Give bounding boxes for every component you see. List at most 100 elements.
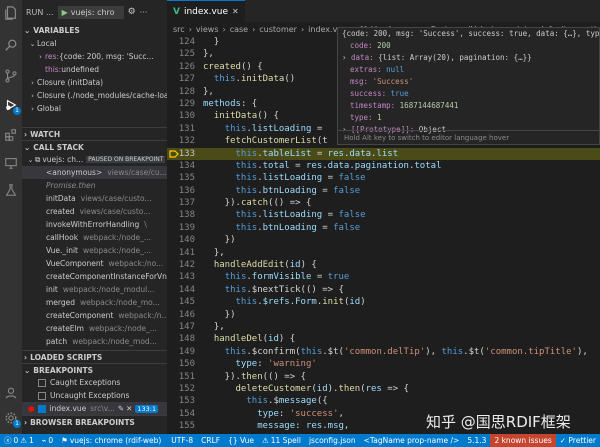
code-line[interactable]: 150 type: 'warning' bbox=[167, 358, 600, 370]
hover-property[interactable]: success: true bbox=[338, 88, 599, 100]
call-stack-frame[interactable]: initData views/case/custo... bbox=[22, 192, 167, 205]
browser-breakpoints-section-header[interactable]: › BROWSER BREAKPOINTS bbox=[22, 415, 167, 428]
extensions-icon[interactable] bbox=[3, 127, 19, 143]
vue-file-icon: V bbox=[173, 6, 180, 17]
checkbox[interactable] bbox=[38, 391, 46, 400]
code-line[interactable]: 145 this.$refs.Form.init(id) bbox=[167, 296, 600, 308]
status-spell[interactable]: ⚠ 11 Spell bbox=[258, 436, 305, 445]
remove-breakpoint-icon[interactable]: ✕ bbox=[126, 404, 132, 413]
scope-closure-initdata[interactable]: › Closure (initData) bbox=[22, 76, 167, 89]
status-eol[interactable]: CRLF bbox=[197, 436, 224, 445]
code-text: }, bbox=[203, 321, 225, 332]
source-control-icon[interactable] bbox=[3, 68, 19, 84]
call-stack-frame[interactable]: callHook webpack:/node_... bbox=[22, 231, 167, 244]
debug-hover-widget[interactable]: {code: 200, msg: 'Success', success: tru… bbox=[337, 27, 600, 145]
code-line[interactable]: 143 this.formVisible = true bbox=[167, 271, 600, 283]
call-stack-thread[interactable]: ⌄ ⧉ vuejs: ch... PAUSED ON BREAKPOINT bbox=[22, 153, 167, 166]
code-line[interactable]: 148 handleDel(id) { bbox=[167, 333, 600, 345]
code-line-current[interactable]: 133 this.tableList = res.data.list bbox=[167, 147, 600, 160]
call-stack-frame[interactable]: createComponent webpack:/n... bbox=[22, 309, 167, 322]
code-line[interactable]: 137 }).catch(() => { bbox=[167, 197, 600, 209]
code-line[interactable]: 147 }, bbox=[167, 321, 600, 333]
call-stack-frame[interactable]: createElm webpack:/node_... bbox=[22, 322, 167, 335]
more-actions-icon[interactable]: ··· bbox=[140, 8, 148, 17]
breadcrumb-item[interactable]: src bbox=[173, 25, 185, 34]
code-line[interactable]: 136 this.btnLoading = false bbox=[167, 185, 600, 197]
call-stack-frame[interactable]: merged webpack:/node_mo... bbox=[22, 296, 167, 309]
run-debug-icon[interactable]: 1 bbox=[3, 97, 21, 115]
scope-local[interactable]: ⌄ Local bbox=[22, 37, 167, 50]
code-line[interactable]: 152 deleteCustomer(id).then(res => { bbox=[167, 383, 600, 395]
checkbox[interactable] bbox=[38, 378, 46, 387]
search-icon[interactable] bbox=[3, 37, 19, 53]
manage-gear-icon[interactable]: 1 bbox=[3, 410, 21, 428]
code-line[interactable]: 149 this.$confirm(this.$t('common.delTip… bbox=[167, 346, 600, 358]
explorer-icon[interactable] bbox=[3, 5, 19, 21]
status-known-issues[interactable]: 2 known issues bbox=[490, 434, 556, 447]
status-tsconfig[interactable]: jsconfig.json bbox=[305, 436, 360, 445]
hover-property[interactable]: › data: {list: Array(20), pagination: {…… bbox=[338, 52, 599, 64]
status-problems[interactable]: ⓧ 0 ⚠ 1 bbox=[0, 435, 38, 446]
code-line[interactable]: 138 this.listLoading = false bbox=[167, 209, 600, 221]
status-encoding[interactable]: UTF-8 bbox=[167, 436, 197, 445]
code-line[interactable]: 141 }, bbox=[167, 247, 600, 259]
debug-settings-gear-icon[interactable]: ⚙ bbox=[128, 7, 136, 17]
breadcrumb-item[interactable]: customer bbox=[259, 25, 297, 34]
code-line[interactable]: 139 this.btnLoading = false bbox=[167, 222, 600, 234]
breakpoint-index-vue[interactable]: ● index.vue src\v... ✎ ✕ 133:1 bbox=[22, 402, 167, 415]
code-line[interactable]: 153 this.$message({ bbox=[167, 395, 600, 407]
account-icon[interactable] bbox=[3, 385, 19, 401]
breakpoint-uncaught-exceptions[interactable]: Uncaught Exceptions bbox=[22, 389, 167, 402]
status-tag-style[interactable]: <TagName prop-name /> bbox=[360, 436, 464, 445]
edit-breakpoint-icon[interactable]: ✎ bbox=[118, 404, 124, 413]
call-stack-section-header[interactable]: ⌄ CALL STACK bbox=[22, 140, 167, 153]
hover-property[interactable]: code: 200 bbox=[338, 40, 599, 52]
scope-closure-cache-loader[interactable]: › Closure (./node_modules/cache-loader/d… bbox=[22, 89, 167, 102]
call-stack-frame[interactable]: invokeWithErrorHandling \ bbox=[22, 218, 167, 231]
code-line[interactable]: 134 this.total = res.data.pagination.tot… bbox=[167, 160, 600, 172]
call-stack-frame[interactable]: init webpack:/node_modul... bbox=[22, 283, 167, 296]
line-number: 126 bbox=[178, 61, 195, 72]
status-prettier[interactable]: ✓ Prettier bbox=[556, 436, 600, 445]
line-number: 155 bbox=[178, 421, 195, 432]
loaded-scripts-section-header[interactable]: › LOADED SCRIPTS bbox=[22, 350, 167, 363]
call-stack-frame[interactable]: VueComponent webpack:/no... bbox=[22, 257, 167, 270]
call-stack-frame[interactable]: patch webpack:/node_mod... bbox=[22, 335, 167, 348]
code-line[interactable]: 135 this.listLoading = false bbox=[167, 172, 600, 184]
remote-explorer-icon[interactable] bbox=[3, 155, 19, 171]
tab-index-vue[interactable]: V index.vue ✕ bbox=[167, 0, 245, 22]
breakpoint-caught-exceptions[interactable]: Caught Exceptions bbox=[22, 376, 167, 389]
code-line[interactable]: 144 this.$nextTick(() => { bbox=[167, 284, 600, 296]
scope-global[interactable]: › Global bbox=[22, 102, 167, 115]
hover-property[interactable]: msg: 'Success' bbox=[338, 76, 599, 88]
variable-this[interactable]: this: undefined bbox=[22, 63, 167, 76]
status-debug-config[interactable]: ⚑ vuejs: chrome (rdif-web) bbox=[57, 436, 165, 445]
variables-section-header[interactable]: ⌄ VARIABLES bbox=[22, 24, 167, 37]
close-icon[interactable]: ✕ bbox=[232, 7, 239, 16]
start-debug-icon[interactable]: ▶ bbox=[62, 8, 68, 17]
variable-res[interactable]: › res: {code: 200, msg: 'Succ... bbox=[22, 50, 167, 63]
hover-property[interactable]: extras: null bbox=[338, 64, 599, 76]
call-stack-frame[interactable]: <anonymous> views/case/cu... bbox=[22, 166, 167, 179]
hover-property[interactable]: timestamp: 1687144687441 bbox=[338, 100, 599, 112]
breadcrumb-item[interactable]: case bbox=[230, 25, 248, 34]
status-language[interactable]: {} Vue bbox=[224, 436, 258, 445]
hover-property[interactable]: type: 1 bbox=[338, 112, 599, 124]
checkbox-checked[interactable] bbox=[37, 404, 46, 413]
testing-icon[interactable] bbox=[3, 182, 19, 198]
debug-config-select[interactable]: ▶ vuejs: chro bbox=[57, 5, 124, 19]
call-stack-frame[interactable]: Vue._init webpack:/node_... bbox=[22, 244, 167, 257]
status-ports[interactable]: ⌁ 0 bbox=[38, 436, 57, 445]
call-stack-frame[interactable]: created views/case/custo... bbox=[22, 205, 167, 218]
code-line[interactable]: 142 handleAddEdit(id) { bbox=[167, 259, 600, 271]
call-stack-frame[interactable]: Promise.then bbox=[22, 179, 167, 192]
status-version[interactable]: 5.1.3 bbox=[463, 436, 490, 445]
call-stack-frame[interactable]: createComponentInstanceForVn bbox=[22, 270, 167, 283]
code-line[interactable]: 146 }) bbox=[167, 309, 600, 321]
breakpoints-section-header[interactable]: ⌄ BREAKPOINTS bbox=[22, 363, 167, 376]
code-line[interactable]: 151 }).then(() => { bbox=[167, 371, 600, 383]
watch-section-header[interactable]: › WATCH bbox=[22, 127, 167, 140]
breadcrumb-item[interactable]: views bbox=[196, 25, 219, 34]
code-line[interactable]: 140 }) bbox=[167, 234, 600, 246]
